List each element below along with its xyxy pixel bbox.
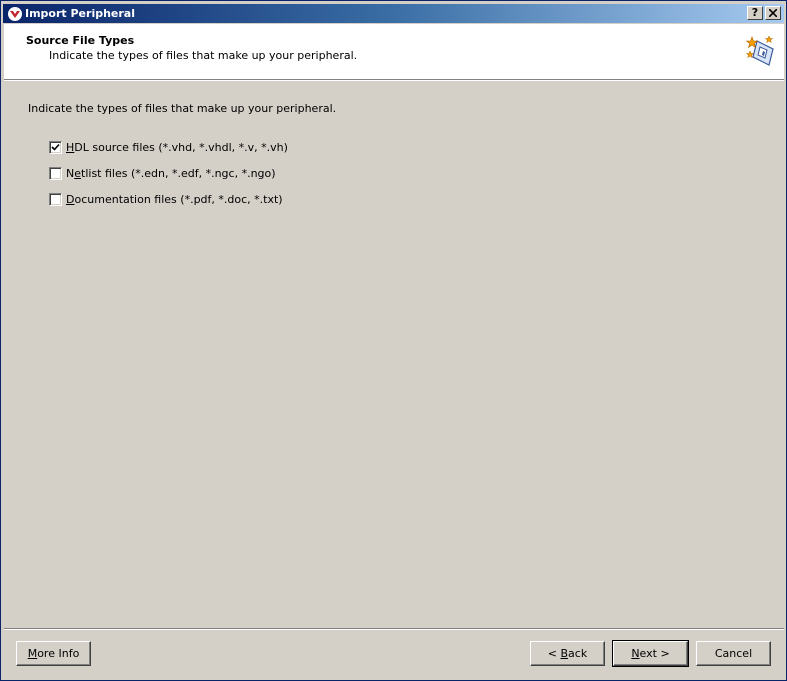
import-peripheral-dialog: Import Peripheral ? Source File Types In… [0, 0, 787, 681]
documentation-label: Documentation files (*.pdf, *.doc, *.txt… [66, 192, 283, 206]
close-button[interactable] [765, 6, 781, 20]
checkmark-icon [51, 143, 60, 151]
back-button[interactable]: < Back [530, 641, 605, 666]
header-divider [4, 80, 784, 81]
checkbox-hdl-source[interactable]: HDL source files (*.vhd, *.vhdl, *.v, *.… [49, 140, 288, 154]
help-button[interactable]: ? [747, 6, 763, 20]
cancel-button[interactable]: Cancel [696, 641, 771, 666]
wizard-puzzle-icon [745, 35, 774, 66]
app-icon [8, 7, 22, 21]
documentation-checkbox[interactable] [49, 192, 62, 206]
more-info-button[interactable]: More Info [16, 641, 91, 666]
hdl-checkbox[interactable] [49, 140, 62, 154]
checkbox-netlist[interactable]: Netlist files (*.edn, *.edf, *.ngc, *.ng… [49, 166, 276, 180]
title-bar[interactable]: Import Peripheral ? [3, 4, 784, 23]
wizard-header: Source File Types Indicate the types of … [4, 24, 784, 80]
netlist-label: Netlist files (*.edn, *.edf, *.ngc, *.ng… [66, 166, 276, 180]
page-title: Source File Types [26, 34, 135, 47]
close-icon [768, 8, 778, 18]
netlist-checkbox[interactable] [49, 166, 62, 180]
footer-divider-highlight [4, 629, 784, 630]
page-subtitle: Indicate the types of files that make up… [49, 49, 358, 62]
next-button[interactable]: Next > [612, 640, 689, 667]
checkbox-documentation[interactable]: Documentation files (*.pdf, *.doc, *.txt… [49, 192, 283, 206]
hdl-label: HDL source files (*.vhd, *.vhdl, *.v, *.… [66, 140, 288, 154]
window-title: Import Peripheral [25, 7, 135, 20]
instruction-text: Indicate the types of files that make up… [28, 102, 337, 115]
